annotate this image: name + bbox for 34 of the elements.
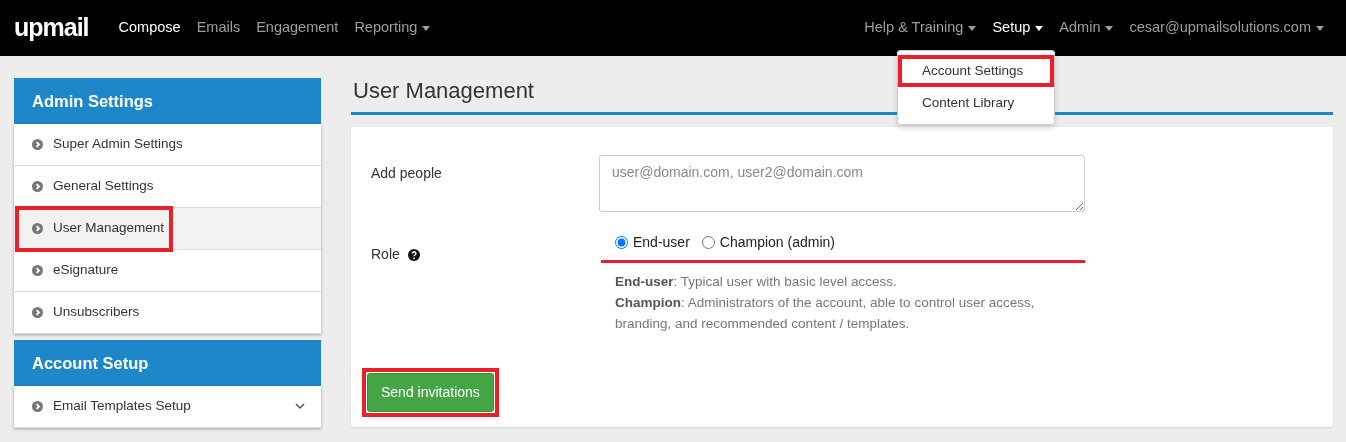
nav-dropdown[interactable]: Reporting — [346, 17, 439, 39]
radio-label[interactable]: Champion (admin) — [719, 232, 835, 254]
field-label: Role — [371, 245, 400, 265]
nav-link[interactable]: Compose — [110, 17, 189, 39]
chevron-circle-icon — [32, 181, 43, 192]
sidebar-item[interactable]: eSignature — [14, 250, 321, 292]
role-description: Champion: Administrators of the account, able to control user access, branding, and recommended content / templates. — [615, 294, 1036, 334]
section-header: Account Setup — [14, 340, 321, 386]
sidebar-item[interactable]: User Management — [14, 208, 321, 250]
nav-dropdown[interactable]: Setup — [984, 17, 1052, 39]
help-icon[interactable] — [407, 248, 420, 261]
nav-link[interactable]: Emails — [188, 17, 249, 39]
field-label: Add people — [371, 164, 443, 184]
nav-link[interactable]: Engagement — [248, 17, 347, 39]
nav-dropdown[interactable]: Help & Training — [856, 17, 985, 39]
chevron-circle-icon — [32, 307, 43, 318]
nav-dropdown[interactable]: cesar@upmailsolutions.com — [1121, 17, 1332, 39]
nav-dropdown[interactable]: Admin — [1051, 17, 1122, 39]
chevron-circle-icon — [32, 265, 43, 276]
sidebar-item[interactable]: Email Templates Setup — [14, 386, 321, 428]
radio-button[interactable] — [701, 236, 715, 250]
radio-button[interactable] — [615, 236, 628, 250]
radio-label[interactable]: End-user — [633, 232, 690, 254]
add-people-field[interactable]: user@domain.com, user2@domain.com — [599, 155, 1085, 213]
sidebar-item[interactable]: Unsubscribers — [14, 292, 321, 334]
chevron-circle-icon — [32, 139, 43, 150]
chevron-circle-icon — [32, 223, 43, 234]
section-header: Admin Settings — [14, 78, 321, 124]
menu-item[interactable]: Account Settings — [898, 55, 1054, 88]
upmail-logo[interactable]: upmail — [14, 9, 89, 47]
sidebar-item[interactable]: Super Admin Settings — [14, 124, 321, 166]
chevron-circle-icon — [32, 401, 43, 412]
menu-item[interactable]: Content Library — [898, 87, 1054, 120]
role-description: End-user: Typical user with basic level access. — [615, 273, 898, 292]
